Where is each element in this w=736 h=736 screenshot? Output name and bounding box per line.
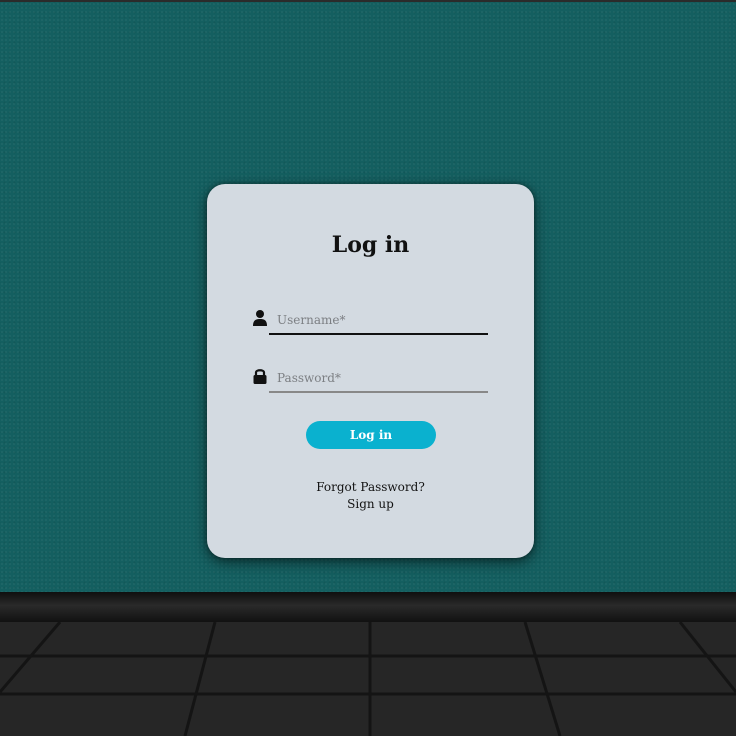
login-card: Log in Log in Forgot Password? Sign up: [207, 184, 534, 558]
password-input[interactable]: [269, 364, 488, 392]
sign-up-link[interactable]: Sign up: [207, 497, 534, 511]
password-field: [252, 364, 488, 394]
username-underline: [269, 333, 488, 335]
username-field: [252, 306, 488, 336]
login-title: Log in: [331, 232, 410, 258]
login-button[interactable]: Log in: [306, 421, 436, 449]
username-input[interactable]: [269, 306, 488, 334]
user-icon: [252, 309, 268, 327]
baseboard: [0, 592, 736, 622]
floor-tiles: [0, 622, 736, 736]
lock-icon: [252, 367, 268, 385]
forgot-password-link[interactable]: Forgot Password?: [207, 480, 534, 494]
password-underline: [269, 391, 488, 393]
